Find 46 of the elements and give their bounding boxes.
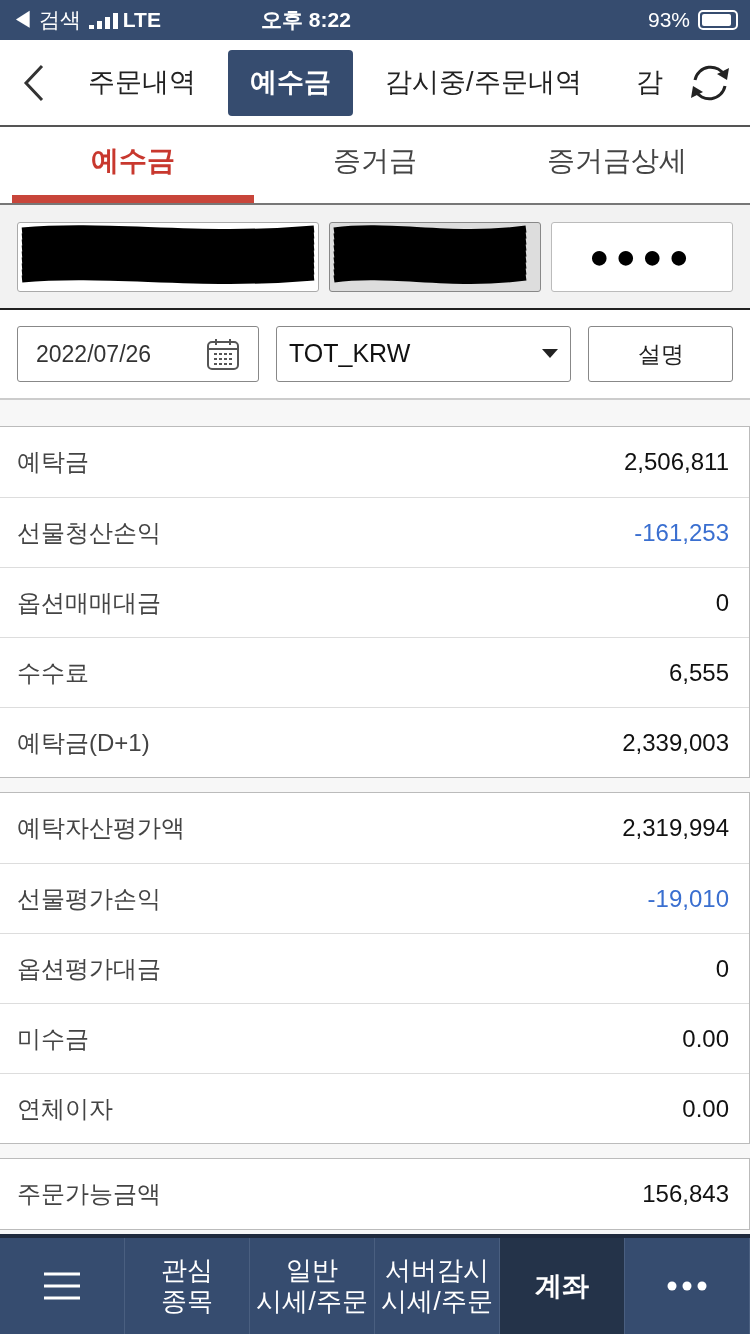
- row-label: 옵션평가대금: [17, 953, 161, 984]
- currency-dropdown[interactable]: TOT_KRW: [276, 326, 571, 382]
- password-field[interactable]: ●●●●: [551, 221, 733, 292]
- signal-icon: [88, 11, 119, 29]
- row-label: 예탁자산평가액: [17, 813, 185, 843]
- row-value: 0: [715, 587, 729, 618]
- top-tab[interactable]: 감: [613, 49, 685, 116]
- battery-percent: 93%: [647, 7, 690, 34]
- top-tab[interactable]: 주문내역: [66, 49, 218, 116]
- more-icon: [667, 1281, 707, 1291]
- help-button[interactable]: 설명: [588, 326, 733, 382]
- row-value: 2,319,994: [622, 813, 729, 843]
- row-label: 선물청산손익: [17, 517, 161, 548]
- top-tab[interactable]: 예수금: [228, 49, 353, 116]
- row-label: 주문가능금액: [17, 1179, 161, 1209]
- row-value: 2,506,811: [624, 447, 729, 477]
- row-value: 2,339,003: [622, 727, 729, 758]
- nav-tab[interactable]: 관심 종목: [125, 1238, 250, 1334]
- row-value: 0: [715, 953, 729, 984]
- nav-tab[interactable]: 계좌: [500, 1238, 625, 1334]
- row-label: 예탁금: [17, 447, 89, 477]
- back-icon[interactable]: [22, 62, 46, 103]
- row-label: 연체이자: [17, 1093, 113, 1124]
- clock: 오후 8:22: [260, 7, 351, 34]
- menu-icon: [44, 1271, 80, 1301]
- row-label: 예탁금(D+1): [17, 727, 150, 758]
- row-label: 수수료: [17, 657, 89, 688]
- row-label: 선물평가손익: [17, 883, 161, 914]
- sub-tab[interactable]: 증거금: [254, 127, 496, 203]
- row-label: 옵션매매대금: [17, 587, 161, 618]
- row-value: 156,843: [642, 1179, 729, 1209]
- top-tab[interactable]: 감시중/주문내역: [363, 49, 604, 116]
- sub-tab[interactable]: 증거금상세: [496, 127, 738, 203]
- nav-tab[interactable]: 일반 시세/주문: [250, 1238, 375, 1334]
- calendar-icon[interactable]: [206, 337, 240, 371]
- battery-icon: [698, 10, 738, 30]
- row-value: -19,010: [647, 883, 729, 914]
- date-field[interactable]: 2022/07/26: [17, 326, 259, 382]
- row-label: 미수금: [17, 1023, 89, 1054]
- row-value: 0.00: [682, 1093, 729, 1124]
- row-value: 0.00: [682, 1023, 729, 1054]
- network-type: LTE: [122, 7, 161, 34]
- row-value: 6,555: [668, 657, 729, 688]
- row-value: -161,253: [634, 517, 729, 548]
- caret-icon: [542, 349, 558, 359]
- back-to-search[interactable]: ◀ 검색: [12, 4, 81, 36]
